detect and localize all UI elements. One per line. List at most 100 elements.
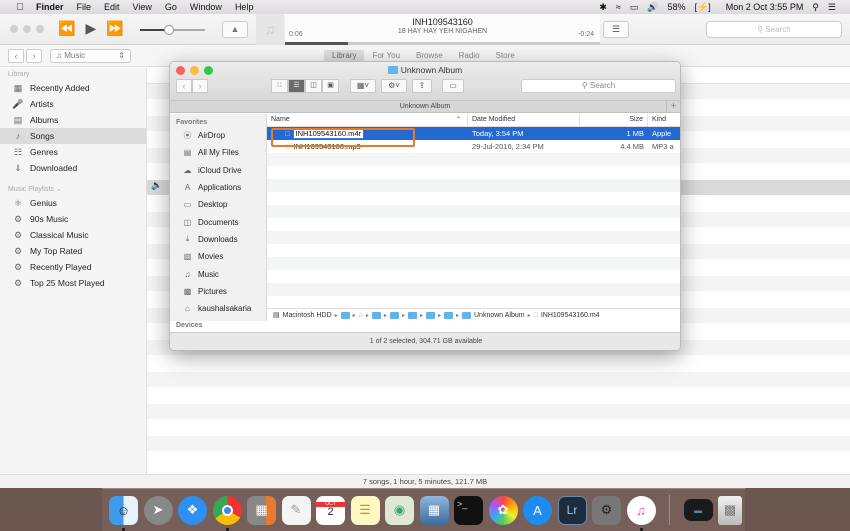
share-button[interactable]: ⇪	[412, 79, 432, 93]
list-view-button[interactable]: ☰	[288, 79, 305, 93]
finder-sidebar-downloads[interactable]: ⤓ Downloads	[170, 231, 266, 248]
path-item-root[interactable]: Macintosh HDD	[283, 312, 332, 319]
sidebar-item-songs[interactable]: ♪ Songs	[0, 128, 146, 144]
menu-edit[interactable]: Edit	[104, 2, 120, 12]
wifi-icon[interactable]: ≈	[616, 2, 621, 12]
column-view-button[interactable]: ◫	[305, 79, 322, 93]
finder-sidebar-icloud-drive[interactable]: ☁ iCloud Drive	[170, 162, 266, 179]
battery-icon[interactable]: [⚡]	[695, 2, 711, 13]
play-icon[interactable]: ▶	[85, 20, 96, 37]
column-name[interactable]: Name ⌃	[267, 114, 468, 126]
zoom-button[interactable]	[36, 25, 44, 33]
tags-button[interactable]: ▭	[442, 79, 464, 93]
bluetooth-icon[interactable]: ✱	[599, 2, 607, 13]
dock-finder[interactable]: ☺	[109, 495, 138, 531]
dock-scanner[interactable]: ▬	[683, 499, 713, 521]
sidebar-item-recently-added[interactable]: ▦ Recently Added	[0, 80, 146, 96]
folder-icon[interactable]	[371, 311, 381, 319]
forward-button[interactable]: ›	[26, 49, 42, 63]
sidebar-item-classical-music[interactable]: ⚙ Classical Music	[0, 227, 146, 243]
dock-calendar[interactable]: OCT 2	[316, 495, 345, 525]
airplay-display-icon[interactable]: ▭	[630, 2, 639, 13]
finder-sidebar-applications[interactable]: A Applications	[170, 179, 266, 196]
dock-preview[interactable]: ▦	[419, 495, 449, 525]
sidebar-item-artists[interactable]: 🎤 Artists	[0, 96, 146, 112]
back-button[interactable]: ‹	[8, 49, 24, 63]
tab-browse[interactable]: Browse	[408, 50, 451, 61]
finder-sidebar-all-my-files[interactable]: ▤ All My Files	[170, 144, 266, 161]
notification-center-icon[interactable]: ☰	[828, 2, 836, 13]
dock-calculator[interactable]: ▦	[247, 495, 276, 525]
finder-forward-button[interactable]: ›	[192, 79, 208, 93]
rewind-icon[interactable]: ⏪	[58, 20, 75, 37]
menu-file[interactable]: File	[77, 2, 92, 12]
finder-sidebar-movies[interactable]: ▧ Movies	[170, 248, 266, 265]
menu-window[interactable]: Window	[190, 2, 222, 12]
minimize-button[interactable]	[23, 25, 31, 33]
dock-maps-preview[interactable]: ◉	[385, 495, 414, 525]
fast-forward-icon[interactable]: ⏩	[106, 20, 123, 37]
menu-go[interactable]: Go	[165, 2, 177, 12]
menu-help[interactable]: Help	[235, 2, 254, 12]
menu-view[interactable]: View	[133, 2, 152, 12]
sidebar-item-my-top-rated[interactable]: ⚙ My Top Rated	[0, 243, 146, 259]
playlists-heading[interactable]: Music Playlists ⌄	[0, 182, 146, 195]
dock-safari[interactable]: ❖	[178, 495, 207, 525]
dock-chrome[interactable]	[212, 495, 242, 531]
volume-slider[interactable]	[140, 25, 205, 35]
icon-view-button[interactable]: ∷	[271, 79, 288, 93]
column-kind[interactable]: Kind	[648, 114, 680, 126]
up-next-button[interactable]: ☰	[603, 21, 629, 38]
menu-app-name[interactable]: Finder	[36, 2, 64, 12]
finder-sidebar-desktop[interactable]: ▭ Desktop	[170, 196, 266, 213]
tab-store[interactable]: Store	[488, 50, 523, 61]
finder-sidebar-airdrop[interactable]: ⦿ AirDrop	[170, 127, 266, 144]
finder-sidebar-pictures[interactable]: ▩ Pictures	[170, 283, 266, 300]
clock[interactable]: Mon 2 Oct 3:55 PM	[726, 2, 804, 12]
tab-title[interactable]: Unknown Album	[400, 103, 451, 110]
arrange-button[interactable]: ▦˅	[350, 79, 376, 93]
finder-sidebar-music[interactable]: ♫ Music	[170, 265, 266, 282]
folder-icon[interactable]	[443, 311, 453, 319]
dock-trash[interactable]: ▩	[718, 495, 742, 525]
sidebar-item-recently-played[interactable]: ⚙ Recently Played	[0, 259, 146, 275]
battery-percent[interactable]: 58%	[668, 2, 686, 12]
tab-radio[interactable]: Radio	[451, 50, 488, 61]
dock-system-preferences[interactable]: ⚙	[592, 495, 621, 525]
sidebar-item-downloaded[interactable]: ⇓ Downloaded	[0, 160, 146, 176]
folder-icon[interactable]	[425, 311, 435, 319]
dock-lightroom[interactable]: Lr	[557, 495, 587, 525]
dock-terminal[interactable]: >_	[454, 495, 483, 525]
action-button[interactable]: ⚙˅	[381, 79, 407, 93]
sidebar-item-albums[interactable]: ▤ Albums	[0, 112, 146, 128]
sidebar-item-top-25[interactable]: ⚙ Top 25 Most Played	[0, 275, 146, 291]
new-tab-button[interactable]: +	[666, 101, 680, 113]
dock-launchpad[interactable]: ➤	[143, 495, 173, 525]
tab-library[interactable]: Library	[324, 50, 365, 61]
home-icon[interactable]: ⌂	[359, 312, 363, 319]
finder-sidebar-home[interactable]: ⌂ kaushalsakaria	[170, 300, 266, 317]
itunes-search-input[interactable]: ⚲ Search	[706, 21, 842, 38]
close-button[interactable]	[10, 25, 18, 33]
coverflow-view-button[interactable]: ▣	[322, 79, 339, 93]
column-size[interactable]: Size	[580, 114, 648, 126]
media-kind-selector[interactable]: ♫ Music ⇕	[50, 49, 131, 63]
column-date-modified[interactable]: Date Modified	[468, 114, 580, 126]
airplay-button[interactable]: ▲	[222, 21, 248, 38]
path-item-album[interactable]: Unknown Album	[474, 312, 525, 319]
volume-icon[interactable]: 🔊	[647, 2, 658, 13]
dock-textedit[interactable]: ✎	[281, 495, 311, 525]
tab-for-you[interactable]: For You	[364, 50, 408, 61]
sidebar-item-genres[interactable]: ☷ Genres	[0, 144, 146, 160]
dock-photos[interactable]: ✿	[488, 495, 518, 525]
path-item-file[interactable]: INH109543160.m4	[541, 312, 600, 319]
finder-sidebar-documents[interactable]: ◫ Documents	[170, 213, 266, 230]
dock-notes[interactable]: ☰	[350, 495, 380, 525]
folder-icon[interactable]	[407, 311, 417, 319]
dock-itunes[interactable]: ♫	[626, 495, 656, 531]
sidebar-item-genius[interactable]: ⚛ Genius	[0, 195, 146, 211]
dock-app-store[interactable]: A	[523, 495, 552, 525]
finder-search-input[interactable]: ⚲ Search	[521, 79, 676, 93]
volume-knob[interactable]	[164, 25, 175, 35]
finder-back-button[interactable]: ‹	[176, 79, 192, 93]
